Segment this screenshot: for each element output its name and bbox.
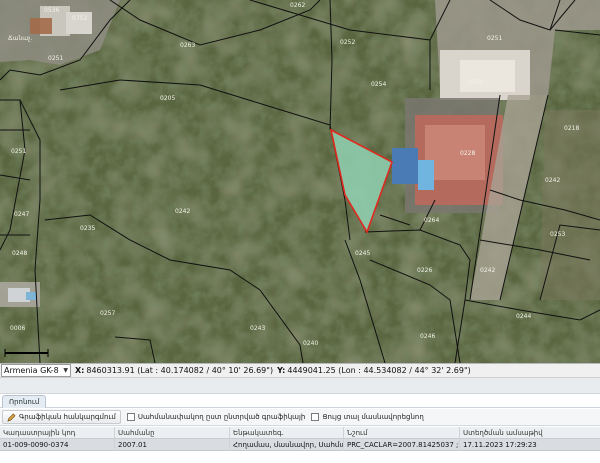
refresh-graphics-button[interactable]: Գրաֆիկան հանկարգմում	[2, 410, 121, 424]
parcel-number-label: 0226	[417, 267, 432, 274]
parcel-number-label: 0252	[340, 39, 355, 46]
urban-area-east	[540, 110, 600, 300]
parcel-number-label: 0752	[72, 15, 87, 22]
column-header-note[interactable]: Նշում	[344, 426, 460, 439]
map-view[interactable]: 0536 0752 Ճանաչ. 0251 0263 0262 0252 0251 0254 02…	[0, 0, 600, 363]
parcel-number-label: 0242	[545, 177, 560, 184]
cell-note: PRC_CACLAR=2007.81425037 ; P...	[344, 438, 460, 451]
checkbox-box[interactable]	[311, 413, 320, 421]
tab-search[interactable]: Որոնում	[2, 395, 47, 408]
refresh-graphics-label: Գրաֆիկան հանկարգմում	[19, 413, 116, 421]
x-coordinate-value: 8460313.91 (Lat : 40.174082 / 40° 10' 26…	[86, 366, 274, 375]
parcel-number-label: 0245	[355, 250, 370, 257]
swimming-pool	[418, 160, 434, 190]
y-coordinate-label: Y:	[277, 366, 286, 375]
parcel-number-label: 0251	[11, 148, 26, 155]
show-details-label: Ցույց տալ մասնավորեցնող	[322, 413, 424, 421]
parcel-number-label: 0247	[14, 211, 29, 218]
parcel-number-label: 0536	[44, 7, 59, 14]
column-header-cadastral-code[interactable]: Կադաստրային կոդ	[0, 426, 115, 439]
parcel-number-label: 0251	[487, 35, 502, 42]
filter-by-graphics-checkbox[interactable]: Սահմանափակող ըստ ընտրված գրաֆիկայի	[126, 413, 306, 421]
column-header-boundary[interactable]: Սահմանը	[115, 426, 230, 439]
filter-by-graphics-label: Սահմանափակող ըստ ընտրված գրաֆիկայի	[137, 413, 306, 421]
cell-created-date: 17.11.2023 17:29:23	[463, 440, 537, 449]
parcel-number-label: 0240	[303, 340, 318, 347]
cell-cadastral-code: 01-009-0090-0374	[0, 438, 115, 451]
parcel-number-label: 0242	[480, 267, 495, 274]
cell-boundary: 2007.01	[115, 438, 230, 451]
parcel-number-label: 0242	[175, 208, 190, 215]
parcel-number-label: 0257	[100, 310, 115, 317]
crs-select-value: Armenia GK-8	[4, 366, 59, 375]
table-header-row: Կադաստրային կոդ Սահմանը Ենթակատեգ. Նշում…	[0, 426, 600, 439]
parcel-number-label: 0254	[468, 79, 483, 86]
y-coordinate-value: 4449041.25 (Lon : 44.534082 / 44° 32' 2.…	[287, 366, 471, 375]
panel-splitter[interactable]	[0, 378, 600, 394]
parcel-number-label: 0244	[516, 313, 531, 320]
parcel-number-label: 0248	[12, 250, 27, 257]
parcel-number-label: 0218	[564, 125, 579, 132]
parcel-number-label: 0243	[250, 325, 265, 332]
coordinate-bar: Armenia GK-8 ▼ X: 8460313.91 (Lat : 40.1…	[0, 363, 600, 378]
results-table: Կադաստրային կոդ Սահմանը Ենթակատեգ. Նշում…	[0, 426, 600, 463]
building	[460, 60, 515, 92]
pencil-icon	[7, 412, 16, 422]
column-header-subcategory[interactable]: Ենթակատեգ.	[230, 426, 344, 439]
parcel-number-label: 0251	[48, 55, 63, 62]
parcel-number-label: 0254	[371, 81, 386, 88]
result-tabs: Որոնում	[0, 394, 600, 408]
column-header-created-date[interactable]: Ստեղծման ամսաթիվ	[460, 427, 578, 439]
parcel-number-label: 0006	[10, 325, 25, 332]
parcel-number-label: 0262	[290, 2, 305, 9]
swimming-pool	[26, 292, 36, 300]
building-roof-red	[30, 18, 52, 34]
crs-select[interactable]: Armenia GK-8 ▼	[1, 364, 71, 377]
parcel-number-label: 0205	[160, 95, 175, 102]
x-coordinate-label: X:	[75, 366, 85, 375]
show-details-checkbox[interactable]: Ցույց տալ մասնավորեցնող	[311, 413, 424, 421]
checkbox-box[interactable]	[126, 413, 135, 421]
parcel-number-label: 0263	[180, 42, 195, 49]
chevron-down-icon: ▼	[63, 367, 68, 374]
building-roof-blue	[392, 148, 418, 184]
parcel-number-label: 0235	[80, 225, 95, 232]
results-toolbar: Գրաֆիկան հանկարգմում Սահմանափակող ըստ ըն…	[0, 409, 600, 426]
parcel-number-label: Ճանաչ.	[8, 35, 33, 42]
table-row[interactable]: 01-009-0090-0374 2007.01 Հողամաս, մասնավ…	[0, 438, 600, 451]
parcel-number-label: 0253	[550, 231, 565, 238]
parcel-number-label: 0246	[420, 333, 435, 340]
parcel-number-label: 0264	[424, 217, 439, 224]
cell-subcategory: Հողամաս, մասնավոր, Սահման	[230, 438, 344, 451]
parcel-number-label: 0228	[460, 150, 475, 157]
